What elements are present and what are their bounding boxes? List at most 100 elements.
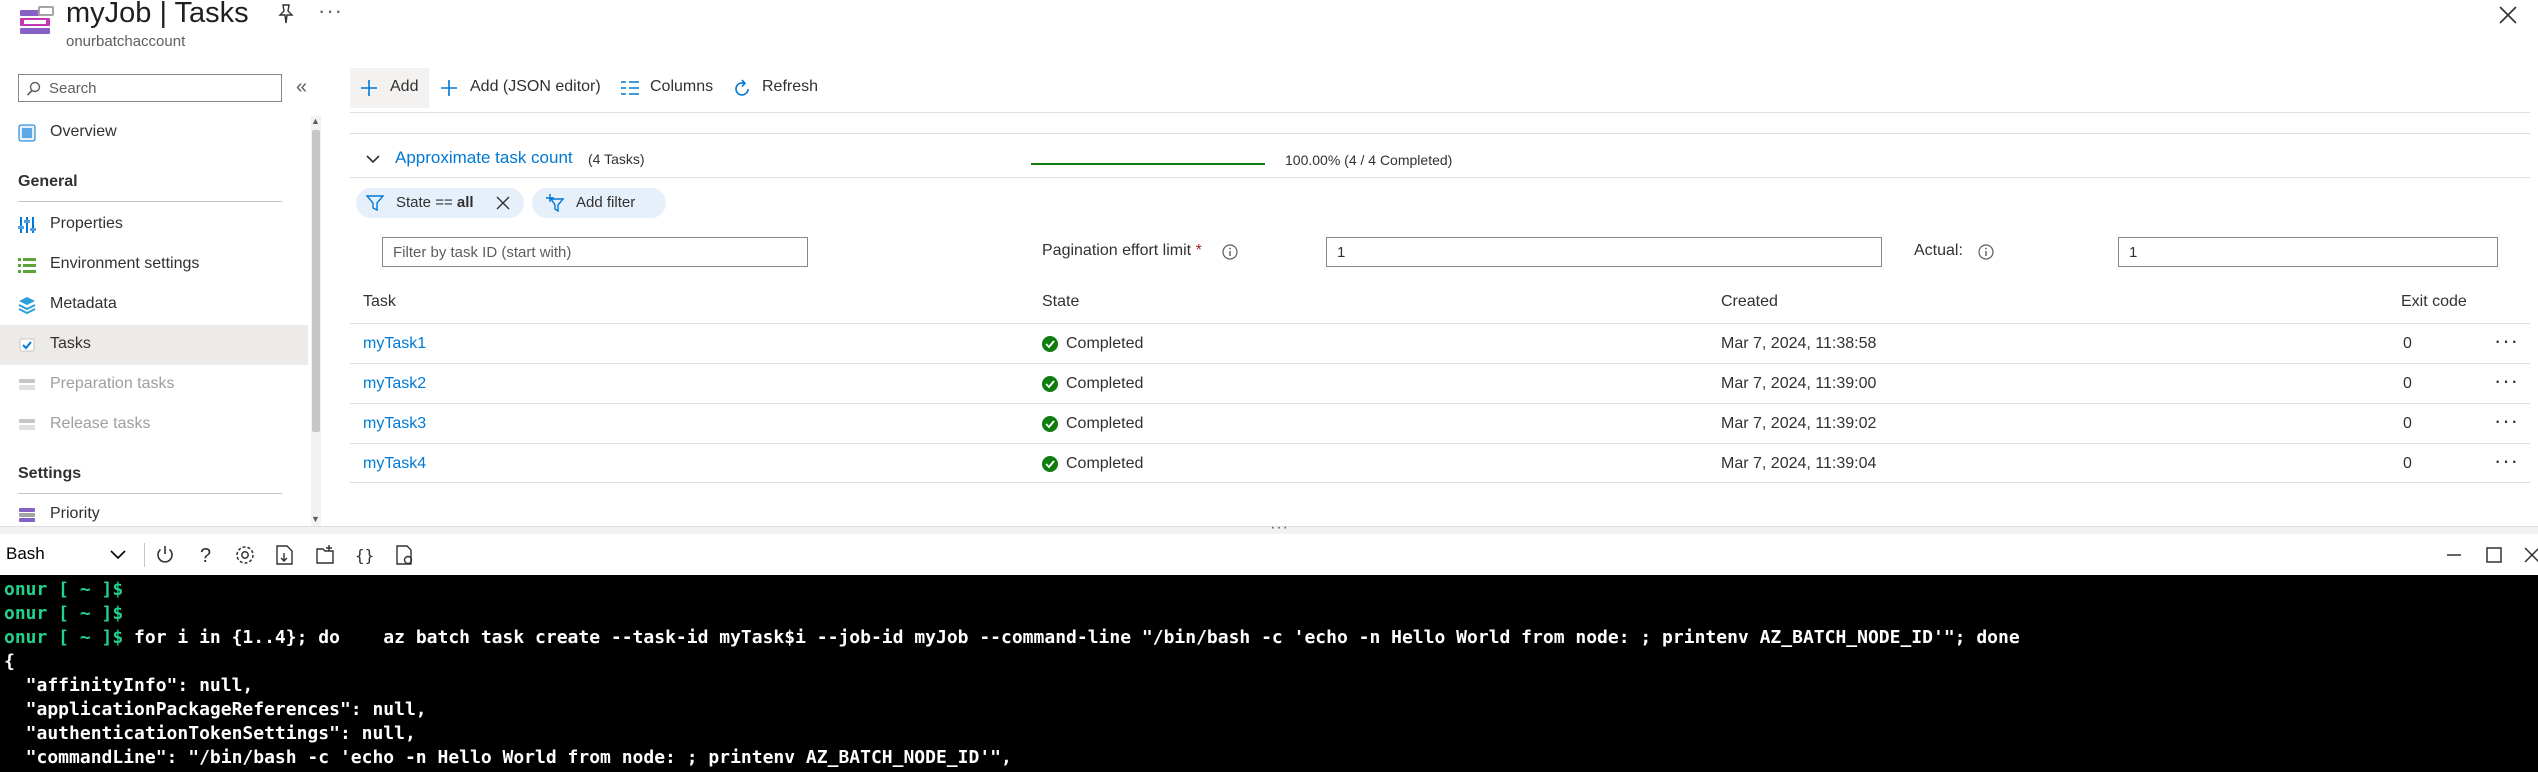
task-link[interactable]: myTask4 <box>363 455 426 473</box>
divider <box>18 493 282 494</box>
terminal-line: "affinityInfo": null, <box>4 675 254 696</box>
info-icon[interactable] <box>1222 244 1238 260</box>
add-filter-button[interactable]: Add filter <box>532 188 666 218</box>
state-text: Completed <box>1066 335 1144 352</box>
table-row[interactable]: myTask2 Completed Mar 7, 2024, 11:39:00 … <box>350 363 2530 403</box>
column-header-exit-code[interactable]: Exit code <box>2401 293 2467 311</box>
divider <box>350 133 2530 134</box>
state-filter-pill[interactable]: State == all <box>356 188 524 218</box>
sidebar-item-overview[interactable]: Overview <box>0 113 308 153</box>
editor-braces-icon[interactable]: {} <box>354 543 376 567</box>
sidebar-section-settings: Settings <box>18 465 82 482</box>
approximate-task-count-total: (4 Tasks) <box>588 151 645 167</box>
row-more-icon[interactable]: ··· <box>2494 448 2519 474</box>
sidebar-item-preparation-tasks: Preparation tasks <box>0 365 308 405</box>
minimize-icon[interactable] <box>2444 545 2464 565</box>
state-text: Completed <box>1066 455 1144 472</box>
maximize-icon[interactable] <box>2484 545 2504 565</box>
close-shell-icon[interactable] <box>2522 545 2538 565</box>
search-icon <box>26 81 41 96</box>
upload-download-icon[interactable] <box>274 543 296 567</box>
terminal[interactable]: onur [ ~ ]$ onur [ ~ ]$ onur [ ~ ]$ for … <box>0 575 2538 772</box>
batch-job-icon <box>20 6 54 34</box>
sidebar-section-general: General <box>18 173 78 190</box>
sidebar-scrollbar[interactable]: ▲ ▼ <box>309 116 323 526</box>
add-button[interactable]: Add <box>350 68 429 108</box>
terminal-prompt: onur [ ~ ]$ <box>4 579 124 600</box>
created-cell: Mar 7, 2024, 11:38:58 <box>1721 335 1877 352</box>
exit-code-cell: 0 <box>2403 335 2412 352</box>
shell-type-select[interactable]: Bash <box>6 544 130 568</box>
pin-icon[interactable] <box>276 3 296 25</box>
column-header-state[interactable]: State <box>1042 293 1079 311</box>
metadata-icon <box>18 297 36 314</box>
row-more-icon[interactable]: ··· <box>2494 328 2519 354</box>
chevron-down-icon[interactable] <box>364 150 382 168</box>
success-icon <box>1042 336 1058 352</box>
scroll-up-icon[interactable]: ▲ <box>311 116 320 126</box>
add-json-editor-button[interactable]: Add (JSON editor) <box>436 68 606 108</box>
settings-gear-icon[interactable] <box>234 543 256 567</box>
refresh-button[interactable]: Refresh <box>730 68 820 108</box>
column-header-task[interactable]: Task <box>363 293 396 311</box>
pagination-effort-label: Pagination effort limit * <box>1042 242 1202 260</box>
terminal-prompt: onur [ ~ ]$ <box>4 603 124 624</box>
sidebar-search-input[interactable] <box>49 78 277 98</box>
restart-icon[interactable] <box>154 543 176 567</box>
table-row[interactable]: myTask1 Completed Mar 7, 2024, 11:38:58 … <box>350 323 2530 363</box>
sidebar-item-label: Environment settings <box>50 255 200 272</box>
sidebar-item-metadata[interactable]: Metadata <box>0 285 308 325</box>
sidebar-item-environment-settings[interactable]: Environment settings <box>0 245 308 285</box>
exit-code-cell: 0 <box>2403 375 2412 392</box>
column-header-created[interactable]: Created <box>1721 293 1778 311</box>
sidebar-item-tasks[interactable]: Tasks <box>0 325 308 365</box>
close-icon[interactable] <box>2497 4 2519 26</box>
shell-type-value: Bash <box>6 544 45 563</box>
exit-code-cell: 0 <box>2403 455 2412 472</box>
divider <box>144 543 145 567</box>
scrollbar-thumb[interactable] <box>312 130 320 432</box>
pagination-effort-text: Pagination effort limit <box>1042 242 1192 259</box>
sidebar-search[interactable] <box>18 74 282 102</box>
state-cell: Completed <box>1042 335 1143 353</box>
columns-icon <box>621 81 639 95</box>
environment-settings-icon <box>18 258 36 273</box>
terminal-text: "commandLine": "/bin/bash -c 'echo -n He… <box>4 747 1012 768</box>
terminal-line: { <box>4 651 15 672</box>
more-options-icon[interactable]: ··· <box>318 0 343 24</box>
pagination-effort-input[interactable] <box>1326 237 1882 267</box>
add-icon <box>361 80 377 96</box>
open-new-session-icon[interactable] <box>314 543 336 567</box>
success-icon <box>1042 416 1058 432</box>
state-text: Completed <box>1066 375 1144 392</box>
columns-button[interactable]: Columns <box>618 68 718 108</box>
row-more-icon[interactable]: ··· <box>2494 408 2519 434</box>
svg-text:?: ? <box>200 545 211 567</box>
info-icon[interactable] <box>1978 244 1994 260</box>
table-row[interactable]: myTask4 Completed Mar 7, 2024, 11:39:04 … <box>350 443 2530 483</box>
success-icon <box>1042 376 1058 392</box>
state-cell: Completed <box>1042 415 1143 433</box>
terminal-line: "commandLine": "/bin/bash -c 'echo -n He… <box>4 747 1012 768</box>
divider <box>350 112 2530 113</box>
task-link[interactable]: myTask2 <box>363 375 426 393</box>
panel-splitter[interactable] <box>0 526 2538 534</box>
sidebar-item-properties[interactable]: Properties <box>0 205 308 245</box>
filter-icon <box>366 195 384 211</box>
task-link[interactable]: myTask3 <box>363 415 426 433</box>
remove-filter-icon[interactable] <box>496 196 510 210</box>
scroll-down-icon[interactable]: ▼ <box>311 514 320 524</box>
terminal-text: for i in {1..4}; do az batch task create… <box>123 627 2020 648</box>
approximate-task-count-toggle[interactable]: Approximate task count <box>395 148 573 168</box>
task-id-filter-input[interactable] <box>382 237 808 267</box>
help-icon[interactable]: ? <box>195 543 217 567</box>
web-preview-icon[interactable] <box>394 543 416 567</box>
state-cell: Completed <box>1042 455 1143 473</box>
terminal-line: "authenticationTokenSettings": null, <box>4 723 416 744</box>
row-more-icon[interactable]: ··· <box>2494 368 2519 394</box>
collapse-sidebar-icon[interactable]: « <box>296 76 307 99</box>
sidebar-item-label: Metadata <box>50 295 117 312</box>
task-link[interactable]: myTask1 <box>363 335 426 353</box>
table-row[interactable]: myTask3 Completed Mar 7, 2024, 11:39:02 … <box>350 403 2530 443</box>
actual-input[interactable] <box>2118 237 2498 267</box>
